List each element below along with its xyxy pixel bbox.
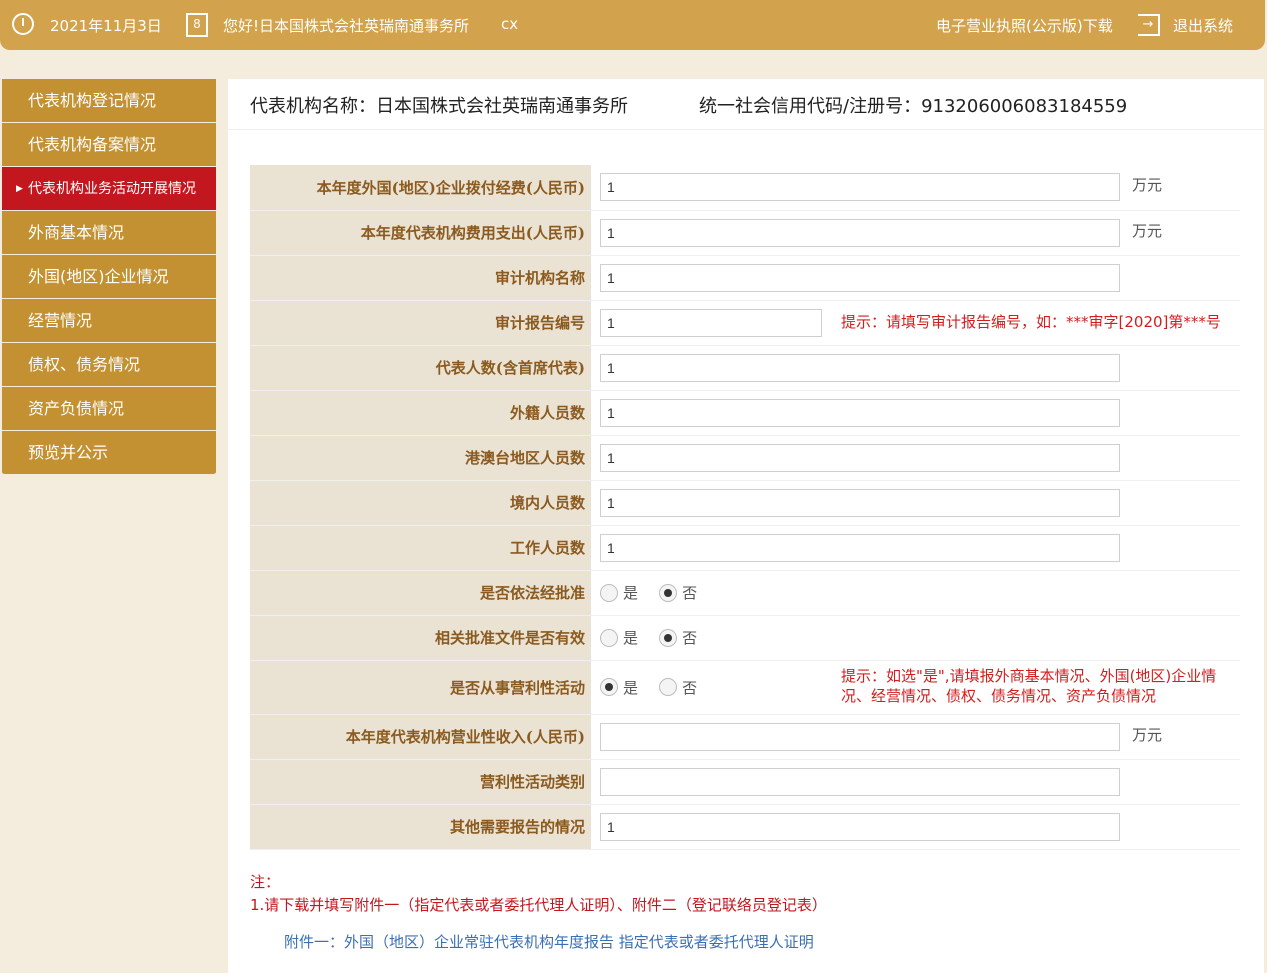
sidebar-item-foreign-enterprise[interactable]: 外国(地区)企业情况 — [2, 255, 216, 299]
sidebar-item-operations[interactable]: 经营情况 — [2, 299, 216, 343]
field-label: 相关批准文件是否有效 — [250, 615, 591, 661]
org-header: 代表机构名称：日本国株式会社英瑞南通事务所 统一社会信用代码/注册号：91320… — [228, 79, 1264, 130]
approval-valid-yes-radio[interactable] — [600, 628, 618, 647]
field-label: 境内人员数 — [250, 480, 591, 526]
radio-label: 是 — [623, 629, 639, 647]
user-icon: 8 — [186, 13, 208, 37]
attachment-1-link[interactable]: 附件一：外国（地区）企业常驻代表机构年度报告 指定代表或者委托代理人证明 — [284, 931, 1240, 952]
sidebar-item-foreign-investor[interactable]: 外商基本情况 — [2, 211, 216, 255]
field-label: 港澳台地区人员数 — [250, 435, 591, 481]
field-label: 其他需要报告的情况 — [250, 804, 591, 850]
form-row: 审计机构名称 — [250, 255, 1240, 301]
sidebar-item-business-activities[interactable]: ▶ 代表机构业务活动开展情况 — [2, 167, 216, 211]
field-label: 本年度代表机构营业性收入(人民币) — [250, 714, 591, 760]
form-row: 工作人员数 — [250, 525, 1240, 571]
radio-label: 否 — [682, 629, 698, 647]
audit-number-hint: 提示：请填写审计报告编号，如：***审字[2020]第***号 — [841, 312, 1221, 331]
field-label: 营利性活动类别 — [250, 759, 591, 805]
form-row: 代表人数(含首席代表) — [250, 345, 1240, 391]
top-bar: 2021年11月3日 8 您好!日本国株式会社英瑞南通事务所 cx 电子营业执照… — [0, 0, 1265, 50]
profit-activity-no-radio[interactable] — [659, 678, 678, 696]
form-row: 是否依法经批准 是 否 — [250, 570, 1240, 616]
caret-right-icon: ▶ — [16, 184, 23, 194]
form-row: 审计报告编号 提示：请填写审计报告编号，如：***审字[2020]第***号 — [250, 300, 1240, 346]
notes-section: 注： 1.请下载并填写附件一（指定代表或者委托代理人证明）、附件二（登记联络员登… — [250, 871, 1240, 952]
field-label: 审计报告编号 — [250, 300, 591, 346]
current-date: 2021年11月3日 — [50, 17, 162, 35]
clock-icon — [12, 13, 34, 35]
business-income-input[interactable] — [600, 722, 1120, 751]
form-row: 相关批准文件是否有效 是 否 — [250, 615, 1240, 661]
radio-label: 是 — [623, 678, 639, 697]
foreign-staff-count-input[interactable] — [600, 398, 1120, 427]
sidebar-item-balance-sheet[interactable]: 资产负债情况 — [2, 387, 216, 431]
representatives-count-input[interactable] — [600, 353, 1120, 382]
unit-label: 万元 — [1132, 176, 1163, 194]
profit-activity-category-input[interactable] — [600, 767, 1120, 796]
profit-activity-hint: 提示：如选"是",请填报外商基本情况、外国(地区)企业情 况、经营情况、债权、债务… — [841, 666, 1217, 705]
report-form: 本年度外国(地区)企业拨付经费(人民币) 万元 本年度代表机构费用支出(人民币)… — [250, 165, 1240, 850]
foreign-funding-input[interactable] — [600, 173, 1120, 202]
field-label: 代表人数(含首席代表) — [250, 345, 591, 391]
form-row: 境内人员数 — [250, 480, 1240, 526]
field-label: 是否依法经批准 — [250, 570, 591, 616]
approved-yes-radio[interactable] — [600, 583, 618, 602]
unit-label: 万元 — [1132, 221, 1163, 240]
field-label: 本年度外国(地区)企业拨付经费(人民币) — [250, 165, 591, 211]
form-row: 营利性活动类别 — [250, 759, 1240, 805]
form-row: 本年度外国(地区)企业拨付经费(人民币) 万元 — [250, 165, 1240, 211]
username: cx — [501, 15, 519, 33]
download-license-link[interactable]: 电子营业执照(公示版)下载 — [936, 15, 1113, 36]
field-label: 本年度代表机构费用支出(人民币) — [250, 210, 591, 256]
approval-valid-no-radio[interactable] — [659, 628, 678, 647]
sidebar-item-debts[interactable]: 债权、债务情况 — [2, 343, 216, 387]
notes-title: 注： — [250, 873, 281, 891]
profit-activity-yes-radio[interactable] — [600, 678, 618, 696]
logout-link[interactable]: 退出系统 — [1173, 15, 1233, 36]
sidebar: 代表机构登记情况 代表机构备案情况 ▶ 代表机构业务活动开展情况 外商基本情况 外… — [2, 79, 216, 475]
form-row: 本年度代表机构费用支出(人民币) 万元 — [250, 210, 1240, 256]
greeting-text: 您好!日本国株式会社英瑞南通事务所 — [223, 17, 470, 35]
field-label: 工作人员数 — [250, 525, 591, 571]
radio-label: 是 — [623, 584, 639, 602]
audit-report-number-input[interactable] — [600, 308, 822, 337]
sidebar-item-label: 代表机构业务活动开展情况 — [28, 181, 196, 197]
form-row: 本年度代表机构营业性收入(人民币) 万元 — [250, 714, 1240, 760]
form-row: 港澳台地区人员数 — [250, 435, 1240, 481]
sidebar-item-filing[interactable]: 代表机构备案情况 — [2, 123, 216, 167]
main-panel: 代表机构名称：日本国株式会社英瑞南通事务所 统一社会信用代码/注册号：91320… — [228, 79, 1264, 973]
unit-label: 万元 — [1132, 725, 1163, 744]
other-matters-input[interactable] — [600, 812, 1120, 841]
domestic-staff-count-input[interactable] — [600, 488, 1120, 517]
form-row: 是否从事营利性活动 是 否 提示：如选"是",请填报外商基本情况、外国(地区)企… — [250, 660, 1240, 715]
audit-firm-input[interactable] — [600, 263, 1120, 292]
org-name: 代表机构名称：日本国株式会社英瑞南通事务所 — [250, 96, 628, 117]
radio-label: 否 — [682, 678, 698, 697]
field-label: 审计机构名称 — [250, 255, 591, 301]
approved-no-radio[interactable] — [659, 583, 678, 602]
sidebar-item-preview-publish[interactable]: 预览并公示 — [2, 431, 216, 475]
expenses-input[interactable] — [600, 218, 1120, 247]
hkmo-tw-staff-count-input[interactable] — [600, 443, 1120, 472]
radio-label: 否 — [682, 584, 698, 602]
credit-code: 统一社会信用代码/注册号：913206006083184559 — [699, 96, 1128, 117]
notes-line-1: 1.请下载并填写附件一（指定代表或者委托代理人证明）、附件二（登记联络员登记表） — [250, 896, 827, 914]
field-label: 是否从事营利性活动 — [250, 660, 591, 715]
workers-count-input[interactable] — [600, 533, 1120, 562]
form-row: 外籍人员数 — [250, 390, 1240, 436]
field-label: 外籍人员数 — [250, 390, 591, 436]
logout-icon[interactable]: → — [1138, 14, 1160, 36]
form-row: 其他需要报告的情况 — [250, 804, 1240, 850]
sidebar-item-registration[interactable]: 代表机构登记情况 — [2, 79, 216, 123]
